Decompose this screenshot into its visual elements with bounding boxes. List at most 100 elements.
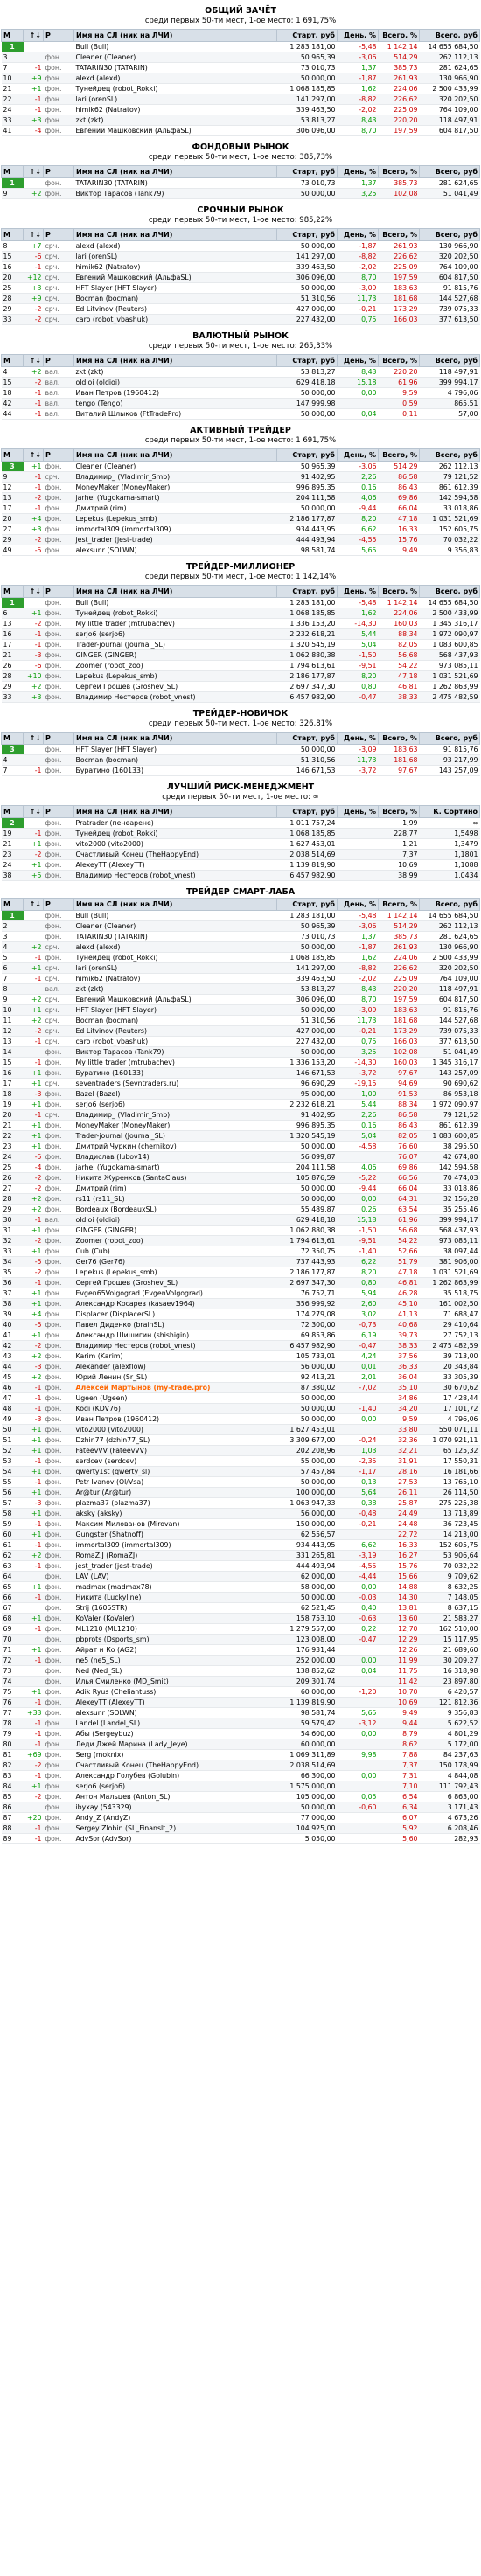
participant-name[interactable]: Ugeen (Ugeen): [73, 1392, 277, 1404]
column-header-start[interactable]: Старт, руб: [276, 165, 338, 178]
column-header-p[interactable]: Р: [43, 805, 74, 818]
participant-name[interactable]: zkt (zkt): [73, 115, 277, 126]
participant-name[interactable]: Bull (Bull): [73, 41, 277, 52]
column-header-start[interactable]: Старт, руб: [276, 228, 338, 241]
participant-name[interactable]: Gungster (Shatnoff): [73, 1529, 277, 1540]
participant-name[interactable]: GINGER (GINGER): [73, 1225, 277, 1236]
participant-name[interactable]: TATARIN30 (TATARIN): [73, 177, 277, 189]
participant-name[interactable]: Petr Ivanov (Ol/Vsa): [73, 1476, 277, 1488]
participant-name[interactable]: Тунейдец (robot_Rokki): [73, 952, 277, 963]
participant-name[interactable]: jest_trader (jest-trade): [73, 534, 277, 545]
participant-name[interactable]: oldioi (oldioi): [73, 377, 277, 388]
participant-name[interactable]: Aбы (Sergeybuz): [73, 1728, 277, 1739]
participant-name[interactable]: madmax (madmax78): [73, 1581, 277, 1593]
column-header-total[interactable]: Всего, %: [378, 805, 420, 818]
participant-name[interactable]: alexsunr (SOLWN): [73, 1707, 277, 1718]
participant-name[interactable]: Владимир_ (Vladimir_Smb): [73, 1109, 277, 1121]
column-header-rub[interactable]: Всего, руб: [419, 29, 480, 42]
participant-name[interactable]: seventraders (Sevntraders.ru): [73, 1078, 277, 1089]
participant-name[interactable]: Александр Шишигин (shishigin): [73, 1330, 277, 1341]
participant-name[interactable]: Ned (Ned_SL): [73, 1665, 277, 1677]
column-header-name[interactable]: Имя на СЛ (ник на ЛЧИ): [73, 228, 277, 241]
participant-name[interactable]: Cleaner (Cleaner): [73, 52, 277, 63]
participant-name[interactable]: jest_trader (jest-trade): [73, 1560, 277, 1572]
column-header-p[interactable]: Р: [43, 354, 74, 367]
participant-name[interactable]: Александр Голубев (Golubin): [73, 1770, 277, 1781]
column-header-start[interactable]: Старт, руб: [276, 585, 338, 598]
column-header-d[interactable]: ↑↓: [23, 165, 44, 178]
participant-name[interactable]: Bocman (bocman): [73, 1015, 277, 1026]
participant-name[interactable]: Виктор Тарасов (Tank79): [73, 188, 277, 199]
participant-name[interactable]: Dzhin77 (dzhin77_SL): [73, 1434, 277, 1446]
participant-name[interactable]: Trader-journal (Journal_SL): [73, 1130, 277, 1142]
participant-name[interactable]: Буратино (160133): [73, 765, 277, 776]
participant-name[interactable]: Zoomer (robot_zoo): [73, 660, 277, 671]
column-header-day[interactable]: День, %: [337, 448, 379, 462]
column-header-sortino[interactable]: К. Сортино: [419, 805, 480, 818]
participant-name[interactable]: Karim (Karim): [73, 1350, 277, 1362]
participant-name[interactable]: Павел Диденко (brainSL): [73, 1319, 277, 1330]
participant-name[interactable]: Lepekus (Lepekus_smb): [73, 1267, 277, 1278]
participant-name[interactable]: himik62 (Natratov): [73, 973, 277, 984]
column-header-p[interactable]: Р: [43, 29, 74, 42]
column-header-p[interactable]: Р: [43, 165, 74, 178]
participant-name[interactable]: alexd (alexd): [73, 240, 277, 252]
column-header-total[interactable]: Всего, %: [378, 165, 420, 178]
participant-name[interactable]: aksky (aksky): [73, 1508, 277, 1519]
participant-name[interactable]: Виктор Тарасов (Tank79): [73, 1046, 277, 1058]
participant-name[interactable]: lari (orenSL): [73, 251, 277, 262]
participant-name[interactable]: Landel (Landel_SL): [73, 1718, 277, 1729]
column-header-start[interactable]: Старт, руб: [276, 805, 338, 818]
column-header-start[interactable]: Старт, руб: [276, 898, 338, 911]
participant-name[interactable]: immortal309 (immortal309): [73, 524, 277, 535]
column-header-total[interactable]: Всего, %: [378, 732, 420, 745]
column-header-p[interactable]: Р: [43, 585, 74, 598]
participant-name[interactable]: alexd (alexd): [73, 941, 277, 953]
participant-name[interactable]: himik62 (Natratov): [73, 261, 277, 273]
participant-name[interactable]: Антон Мальцев (Anton_SL): [73, 1791, 277, 1802]
participant-name[interactable]: Ed Litvinov (Reuters): [73, 1025, 277, 1037]
column-header-m[interactable]: М: [1, 585, 24, 598]
column-header-total[interactable]: Всего, %: [378, 228, 420, 241]
participant-name[interactable]: Юрий Ленин (Sr_SL): [73, 1371, 277, 1383]
participant-name[interactable]: ne5 (ne5_SL): [73, 1655, 277, 1666]
column-header-d[interactable]: ↑↓: [23, 898, 44, 911]
participant-name[interactable]: Cleaner (Cleaner): [73, 920, 277, 932]
participant-name[interactable]: Леди Джей Марина (Lady_Jeye): [73, 1739, 277, 1750]
participant-name[interactable]: HFT Slayer (HFT Slayer): [73, 744, 277, 755]
participant-name[interactable]: Bull (Bull): [73, 597, 277, 608]
participant-name[interactable]: lari (orenSL): [73, 962, 277, 974]
column-header-d[interactable]: ↑↓: [23, 228, 44, 241]
column-header-rub[interactable]: Всего, руб: [419, 898, 480, 911]
participant-name[interactable]: Lepekus (Lepekus_smb): [73, 670, 277, 682]
participant-name[interactable]: Displacer (DisplacerSL): [73, 1309, 277, 1320]
participant-name[interactable]: tengo (Tengo): [73, 398, 277, 409]
participant-name[interactable]: Евгений Машковский (АльфаSL): [73, 272, 277, 283]
participant-name[interactable]: AdvSor (AdvSor): [73, 1833, 277, 1844]
participant-name[interactable]: Zoomer (robot_zoo): [73, 1235, 277, 1246]
participant-name[interactable]: Bocman (bocman): [73, 754, 277, 766]
column-header-m[interactable]: М: [1, 165, 24, 178]
participant-name[interactable]: LAV (LAV): [73, 1571, 277, 1582]
participant-name[interactable]: FateevVV (FateevVV): [73, 1445, 277, 1456]
participant-name[interactable]: Сергей Грошев (Groshev_SL): [73, 1277, 277, 1288]
column-header-m[interactable]: М: [1, 228, 24, 241]
participant-name[interactable]: alexsunr (SOLWN): [73, 545, 277, 556]
column-header-m[interactable]: М: [1, 732, 24, 745]
participant-name[interactable]: Никита (Luckyline): [73, 1592, 277, 1603]
participant-name[interactable]: Максим Милованов (Mirovan): [73, 1518, 277, 1530]
column-header-day[interactable]: День, %: [337, 354, 379, 367]
column-header-rub[interactable]: Всего, руб: [419, 732, 480, 745]
participant-name[interactable]: Айрат и Ко (AG2): [73, 1644, 277, 1656]
participant-name[interactable]: TATARIN30 (TATARIN): [73, 931, 277, 942]
participant-name[interactable]: zkt (zkt): [73, 366, 277, 378]
column-header-m[interactable]: М: [1, 354, 24, 367]
participant-name[interactable]: Bordeaux (BordeauxSL): [73, 1204, 277, 1215]
column-header-day[interactable]: День, %: [337, 585, 379, 598]
column-header-name[interactable]: Имя на СЛ (ник на ЛЧИ): [73, 898, 277, 911]
column-header-m[interactable]: М: [1, 898, 24, 911]
participant-name[interactable]: Lepekus (Lepekus_smb): [73, 513, 277, 524]
participant-name[interactable]: Сергей Грошев (Groshev_SL): [73, 681, 277, 692]
column-header-name[interactable]: Имя на СЛ (ник на ЛЧИ): [73, 448, 277, 462]
participant-name[interactable]: immortal309 (immortal309): [73, 1539, 277, 1551]
